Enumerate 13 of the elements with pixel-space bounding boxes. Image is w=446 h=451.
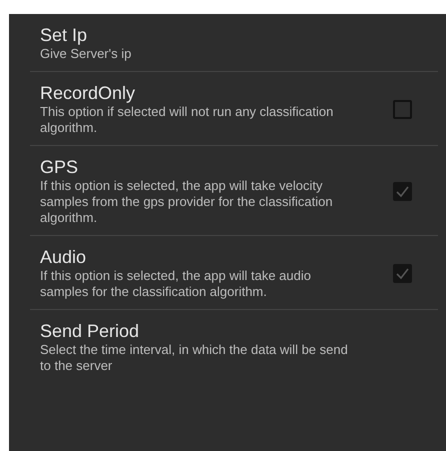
checkbox[interactable] [393, 264, 412, 282]
preference-summary: Give Server's ip [40, 46, 132, 62]
preference-title[interactable]: RecordOnly [40, 82, 360, 104]
preference-title[interactable]: Set Ip [40, 24, 132, 46]
preference-summary: This option if selected will not run any classification algorithm. [40, 104, 334, 136]
checkbox[interactable] [393, 182, 412, 200]
checkbox[interactable] [393, 100, 412, 118]
preference-title[interactable]: GPS [40, 156, 360, 178]
preference-summary: If this option is selected, the app will take audio samples for the classification algorithm. [40, 268, 312, 300]
preference-summary: Select the time interval, in which the data will be send to the server [40, 342, 349, 374]
preference-title[interactable]: Send Period [40, 320, 360, 342]
preference-title[interactable]: Audio [40, 246, 360, 268]
preference-summary: If this option is selected, the app will take velocity samples from the gps provider for the classification algorithm. [40, 178, 334, 226]
